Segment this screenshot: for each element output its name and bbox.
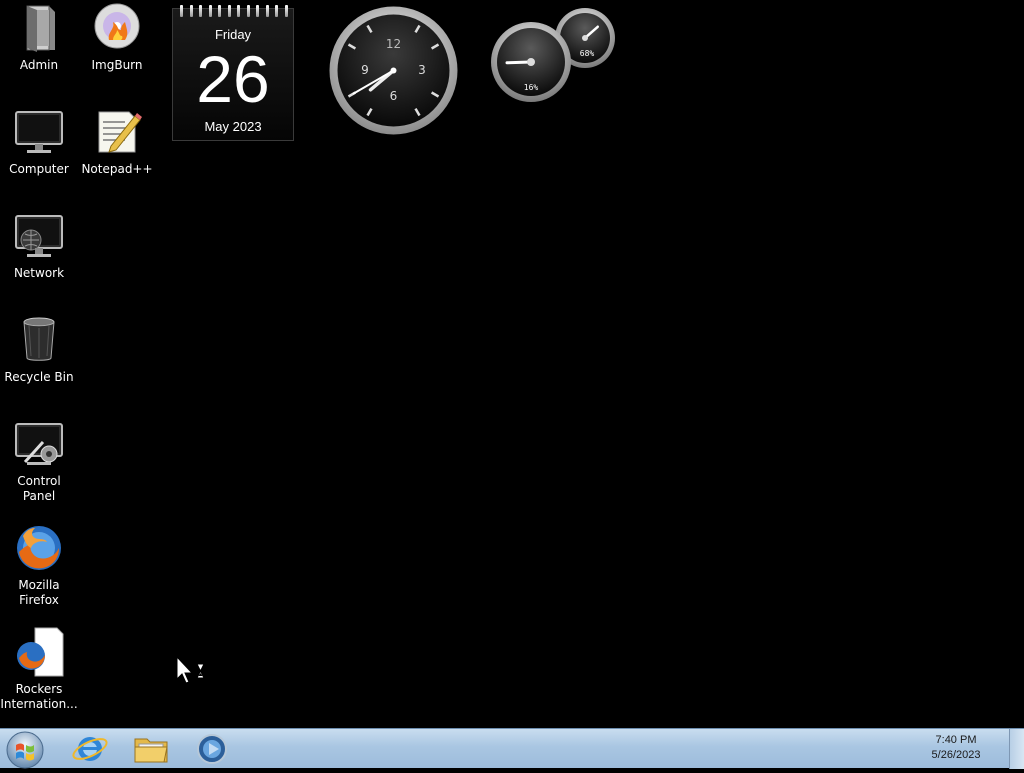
desktop-icon-label: Network xyxy=(13,266,65,280)
start-button[interactable] xyxy=(2,729,48,769)
show-desktop-button[interactable] xyxy=(1009,729,1024,769)
desktop-icon-notepadpp[interactable]: Notepad++ xyxy=(78,106,156,177)
desktop-icon-firefox[interactable]: Mozilla Firefox xyxy=(0,522,78,608)
network-icon xyxy=(13,210,65,262)
calendar-rings xyxy=(173,5,295,17)
desktop-icon-network[interactable]: Network xyxy=(0,210,78,281)
desktop-icon-computer[interactable]: Computer xyxy=(0,106,78,177)
desktop-icon-label: Computer xyxy=(9,162,69,176)
taskbar-windows-media-player[interactable] xyxy=(190,731,234,767)
clock-numeral-9: 9 xyxy=(361,63,369,77)
recycle-bin-icon xyxy=(13,314,65,366)
clock-numeral-6: 6 xyxy=(390,89,398,103)
desktop-icon-label: Control Panel xyxy=(17,474,61,503)
desktop-icon-imgburn[interactable]: ImgBurn xyxy=(78,2,156,73)
desktop-icon-label: Rockers Internation... xyxy=(0,682,78,711)
clock-numeral-12: 12 xyxy=(386,37,401,51)
busy-cursor-icon xyxy=(176,655,208,688)
firefox-icon xyxy=(13,522,65,574)
media-player-icon xyxy=(197,734,227,764)
computer-monitor-icon xyxy=(13,106,65,158)
clock-numeral-3: 3 xyxy=(418,63,426,77)
desktop-icon-label: Notepad++ xyxy=(81,162,153,176)
internet-explorer-icon xyxy=(72,737,108,761)
disc-flame-icon xyxy=(91,2,143,54)
desktop-icon-control-panel[interactable]: Control Panel xyxy=(0,418,78,504)
desktop-icon-label: Mozilla Firefox xyxy=(18,578,60,607)
taskbar-internet-explorer[interactable] xyxy=(68,731,112,767)
desktop-icon-label: Recycle Bin xyxy=(4,370,74,384)
memory-percent: 68% xyxy=(580,49,595,58)
desktop-icon-label: Admin xyxy=(19,58,59,72)
desktop-icon-label: ImgBurn xyxy=(91,58,143,72)
desktop[interactable]: Admin ImgBurn Computer Notepad++ Network… xyxy=(0,0,1024,728)
tray-time: 7:40 PM xyxy=(935,734,977,746)
taskbar-windows-explorer[interactable] xyxy=(129,731,173,767)
tray-date: 5/26/2023 xyxy=(931,749,981,761)
calendar-date: 26 xyxy=(196,42,270,116)
calendar-month-year: May 2023 xyxy=(204,119,262,134)
calendar-gadget[interactable]: Friday 26 May 2023 xyxy=(172,5,295,141)
calendar-day: Friday xyxy=(214,27,252,42)
clock-gadget[interactable]: 12 3 6 9 xyxy=(328,5,459,136)
firefox-shortcut-file-icon xyxy=(13,626,65,678)
taskbar: 7:40 PM 5/26/2023 xyxy=(0,728,1024,769)
folder-library-icon xyxy=(134,738,168,763)
desktop-icon-rockers-internation[interactable]: Rockers Internation... xyxy=(0,626,78,712)
control-panel-icon xyxy=(13,418,65,470)
user-folder-icon xyxy=(13,2,65,54)
cpu-meter-gadget[interactable]: 68% 16% xyxy=(490,8,616,104)
start-orb-icon xyxy=(6,731,44,769)
notepad-icon xyxy=(91,106,143,158)
system-clock[interactable]: 7:40 PM 5/26/2023 xyxy=(916,733,996,763)
cpu-percent: 16% xyxy=(524,83,539,92)
desktop-icon-admin[interactable]: Admin xyxy=(0,2,78,73)
desktop-icon-recycle-bin[interactable]: Recycle Bin xyxy=(0,314,78,385)
